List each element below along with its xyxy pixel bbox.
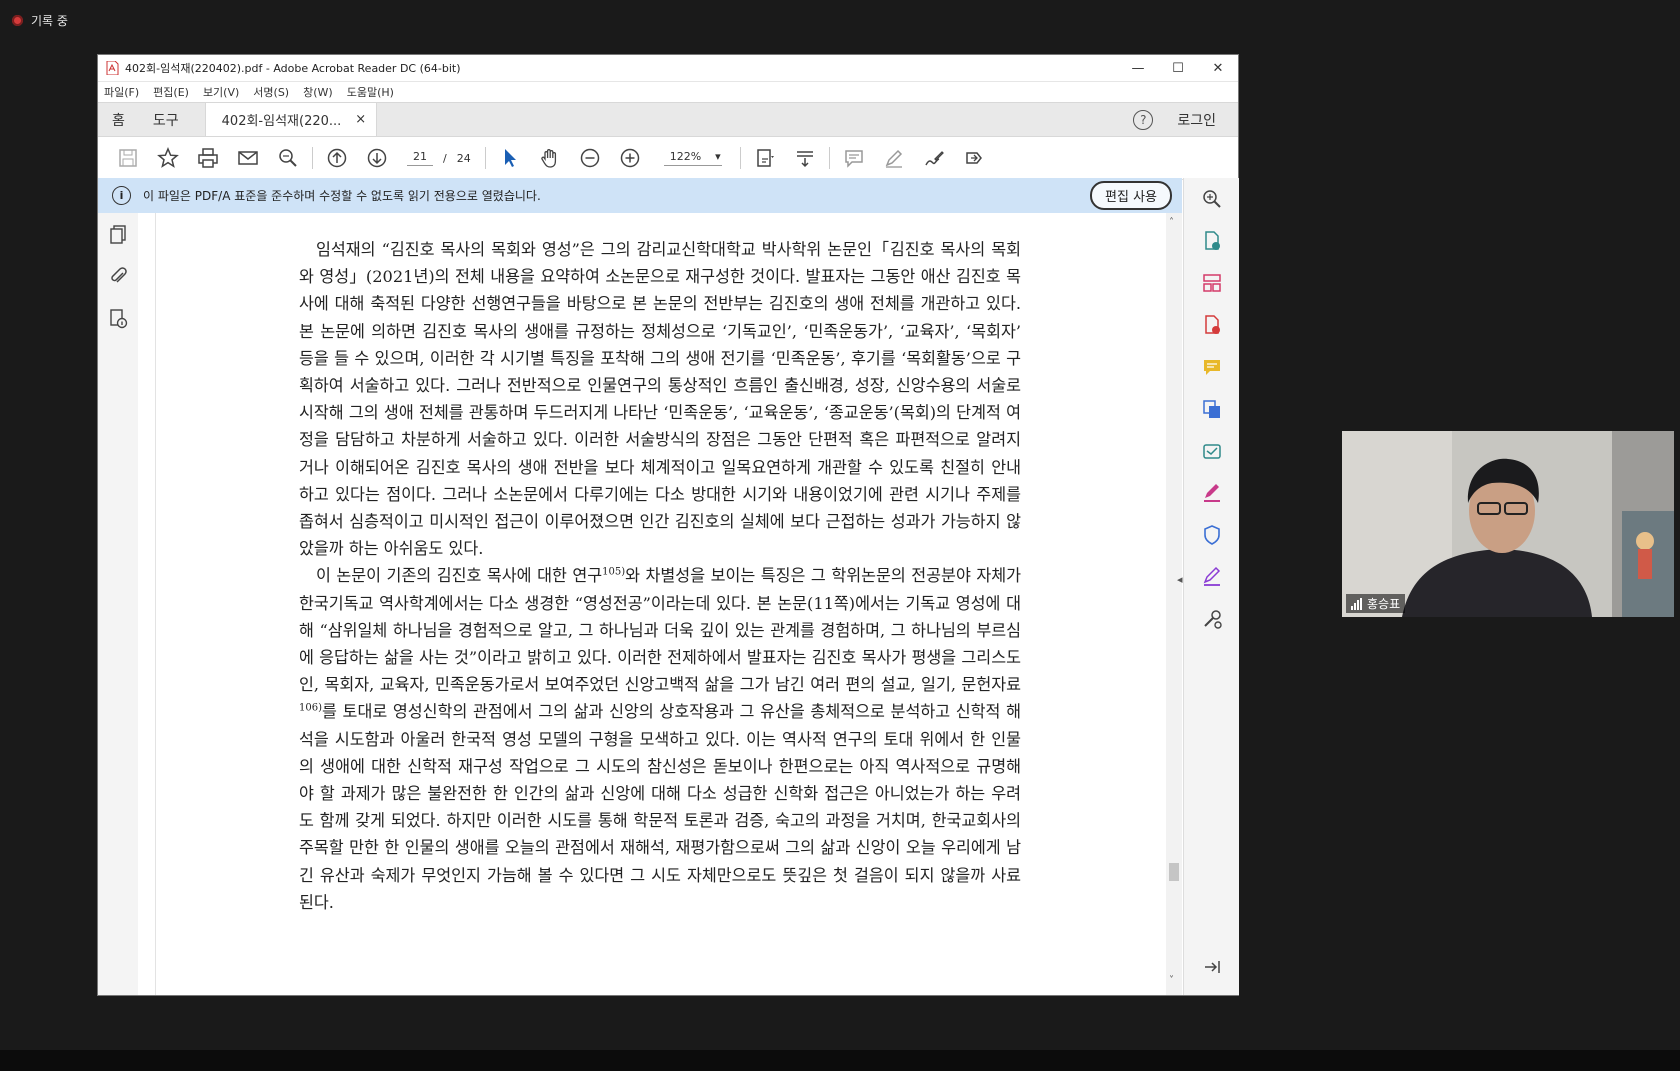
document-workspace: i 이 파일은 PDF/A 표준을 준수하며 수정할 수 없도록 읽기 전용으로… <box>98 178 1239 995</box>
combine-files-icon[interactable] <box>1184 388 1239 430</box>
menu-window[interactable]: 창(W) <box>303 84 333 100</box>
protect-icon[interactable] <box>1184 514 1239 556</box>
paragraph-2-part-b: 와 차별성을 보이는 특징은 그 학위논문의 전공분야 자체가 한국기독교 역사… <box>299 566 1022 695</box>
print-icon[interactable] <box>188 137 228 179</box>
zoom-select[interactable]: 122% ▾ <box>663 150 722 166</box>
footnote-105[interactable]: 105) <box>602 567 625 578</box>
tab-document-label: 402회-임석재(220... <box>221 114 342 129</box>
zoom-out-icon[interactable] <box>570 137 610 179</box>
bottom-bar <box>0 1050 1680 1071</box>
toolbar-divider <box>312 147 313 169</box>
notice-text: 이 파일은 PDF/A 표준을 준수하며 수정할 수 없도록 읽기 전용으로 열… <box>143 189 541 203</box>
create-pdf-icon[interactable] <box>1184 304 1239 346</box>
zoom-in-icon[interactable] <box>610 137 650 179</box>
total-pages: 24 <box>456 151 471 165</box>
search-icon[interactable] <box>268 137 308 179</box>
collapse-right-icon[interactable]: ◂ <box>1177 573 1183 586</box>
more-tools-icon[interactable] <box>1184 598 1239 640</box>
close-tab-icon[interactable]: × <box>355 112 366 127</box>
page-navigator: 21 / 24 <box>407 150 471 166</box>
page-edge <box>155 213 156 995</box>
next-page-icon[interactable] <box>357 137 397 179</box>
page-number-input[interactable]: 21 <box>407 150 433 166</box>
enable-editing-button[interactable]: 편집 사용 <box>1090 181 1172 210</box>
organize-pages-icon[interactable] <box>1184 262 1239 304</box>
tab-home[interactable]: 홈 <box>98 110 139 130</box>
request-signature-icon[interactable] <box>1184 556 1239 598</box>
window-title: 402회-임석재(220402).pdf - Adobe Acrobat Rea… <box>125 62 461 75</box>
title-bar: 402회-임석재(220402).pdf - Adobe Acrobat Rea… <box>98 55 1238 82</box>
menu-sign[interactable]: 서명(S) <box>253 84 289 100</box>
sign-icon[interactable] <box>914 137 954 179</box>
scrollbar-thumb[interactable] <box>1169 863 1179 881</box>
recording-indicator: 기록 중 <box>12 12 68 29</box>
participant-label: 홍승표 <box>1346 594 1406 613</box>
paragraph-1: 임석재의 “김진호 목사의 목회와 영성”은 그의 감리교신학대학교 박사학위 … <box>299 240 1021 559</box>
toolbar-divider <box>739 147 741 169</box>
maximize-button[interactable]: ☐ <box>1158 61 1198 76</box>
footnote-106[interactable]: 106) <box>299 703 322 714</box>
menu-edit[interactable]: 편집(E) <box>153 84 189 100</box>
toolbar: 21 / 24 122% ▾ <box>98 137 1238 180</box>
toolbar-divider <box>484 147 486 169</box>
recording-label: 기록 중 <box>31 14 68 28</box>
toolbar-divider <box>828 147 830 169</box>
comment-tool-icon[interactable] <box>1184 346 1239 388</box>
fill-sign-icon[interactable] <box>1184 472 1239 514</box>
select-cursor-icon[interactable] <box>490 137 530 179</box>
menu-bar: 파일(F) 편집(E) 보기(V) 서명(S) 창(W) 도움말(H) <box>98 82 1238 102</box>
email-icon[interactable] <box>228 137 268 179</box>
save-icon[interactable] <box>108 137 148 179</box>
page-separator: / <box>443 151 447 165</box>
highlight-pen-icon[interactable] <box>874 137 914 179</box>
close-window-button[interactable]: ✕ <box>1198 61 1238 76</box>
tab-bar: 홈 도구 402회-임석재(220... × ? 로그인 <box>98 102 1238 137</box>
document-info-icon[interactable] <box>98 297 138 339</box>
login-button[interactable]: 로그인 <box>1177 110 1216 130</box>
scan-ocr-icon[interactable] <box>1184 430 1239 472</box>
signal-strength-icon <box>1351 597 1362 610</box>
hand-tool-icon[interactable] <box>530 137 570 179</box>
participant-video-feed <box>1342 431 1674 617</box>
paragraph-2-part-a: 이 논문이 기존의 김진호 목사에 대한 연구 <box>316 566 603 586</box>
help-icon[interactable]: ? <box>1133 109 1154 130</box>
participant-name: 홍승표 <box>1367 597 1401 611</box>
attachments-icon[interactable] <box>98 255 138 297</box>
webcam-video[interactable]: 홍승표 <box>1342 431 1674 617</box>
menu-file[interactable]: 파일(F) <box>104 84 139 100</box>
zoom-tool-icon[interactable] <box>1184 178 1239 220</box>
menu-view[interactable]: 보기(V) <box>203 84 239 100</box>
acrobat-window: 402회-임석재(220402).pdf - Adobe Acrobat Rea… <box>97 54 1239 996</box>
paragraph-2-part-c: 를 토대로 영성신학의 관점에서 그의 삶과 신앙의 상호작용과 그 유산을 총… <box>299 702 1021 912</box>
pdfa-notice-bar: i 이 파일은 PDF/A 표준을 준수하며 수정할 수 없도록 읽기 전용으로… <box>98 178 1182 213</box>
expand-pane-icon[interactable] <box>1184 946 1239 988</box>
zoom-value: 122% <box>669 150 702 163</box>
export-pdf-icon[interactable] <box>1184 220 1239 262</box>
page-thumbnails-icon[interactable] <box>98 213 138 255</box>
previous-page-icon[interactable] <box>317 137 357 179</box>
record-dot-icon <box>12 15 23 26</box>
fit-page-icon[interactable] <box>745 137 785 179</box>
bookmark-star-icon[interactable] <box>148 137 188 179</box>
scroll-up-icon[interactable]: ˄ <box>1169 217 1174 228</box>
share-icon[interactable] <box>954 137 994 179</box>
chevron-down-icon: ▾ <box>715 150 721 163</box>
tab-tools[interactable]: 도구 <box>139 110 191 130</box>
right-tools-pane: ◂ <box>1177 178 1239 995</box>
minimize-button[interactable]: — <box>1118 61 1158 76</box>
pdf-app-icon <box>106 60 119 76</box>
menu-help[interactable]: 도움말(H) <box>347 84 394 100</box>
pdf-page-text: 임석재의 “김진호 목사의 목회와 영성”은 그의 감리교신학대학교 박사학위 … <box>299 236 1021 916</box>
scroll-mode-icon[interactable] <box>785 137 825 179</box>
scroll-down-icon[interactable]: ˅ <box>1169 975 1174 986</box>
comment-icon[interactable] <box>834 137 874 179</box>
info-icon: i <box>112 186 131 205</box>
tab-document[interactable]: 402회-임석재(220... × <box>204 103 378 136</box>
vertical-scrollbar[interactable]: ˄ ˅ <box>1166 213 1182 995</box>
left-navigation-pane: ◂ <box>98 178 146 995</box>
paragraph-2: 이 논문이 기존의 김진호 목사에 대한 연구105)와 차별성을 보이는 특징… <box>299 562 1021 916</box>
